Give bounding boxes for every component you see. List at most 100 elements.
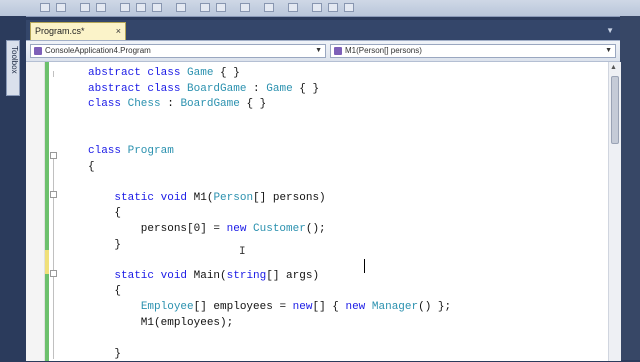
toolbar-button[interactable] — [288, 3, 298, 12]
code-token: [] { — [312, 301, 346, 313]
outline-guide — [53, 159, 54, 359]
code-line[interactable]: persons[0] = new Customer(); — [88, 221, 326, 237]
code-token: { — [88, 207, 122, 219]
document-tab-bar: Program.cs* × ▼ — [26, 20, 620, 40]
outline-guide — [53, 71, 54, 77]
code-line[interactable]: { — [88, 159, 95, 175]
keyword-token: abstract class — [88, 83, 188, 95]
toolbar-button[interactable] — [200, 3, 210, 12]
code-line[interactable]: } — [88, 237, 121, 253]
type-dropdown[interactable]: ConsoleApplication4.Program ▼ — [30, 44, 326, 58]
code-token: { } — [292, 83, 320, 95]
toolbar-button[interactable] — [56, 3, 66, 12]
unsaved-change-marker — [45, 250, 49, 274]
toolbox-rail: Toolbox — [0, 16, 26, 360]
type-token: Customer — [253, 223, 306, 235]
code-token: { — [88, 285, 122, 297]
code-line[interactable]: static void M1(Person[] persons) — [88, 190, 325, 206]
code-token: { — [88, 161, 95, 173]
keyword-token: abstract class — [88, 67, 188, 79]
code-token: : — [246, 83, 267, 95]
type-token: Game — [266, 83, 293, 95]
ibeam-cursor-icon: I — [239, 246, 246, 258]
type-token: Person — [213, 192, 254, 204]
keyword-token: new — [345, 301, 372, 313]
navigation-bar: ConsoleApplication4.Program ▼ M1(Person[… — [26, 41, 620, 62]
keyword-token: new — [292, 301, 313, 313]
toolbar-button[interactable] — [328, 3, 338, 12]
tab-title: Program.cs* — [35, 26, 85, 36]
toolbar-button[interactable] — [152, 3, 162, 12]
collapse-icon[interactable] — [50, 191, 57, 198]
member-dropdown[interactable]: M1(Person[] persons) ▼ — [330, 44, 616, 58]
keyword-token: string — [226, 270, 267, 282]
indicator-margin[interactable] — [26, 62, 45, 361]
method-icon — [334, 47, 342, 55]
code-line[interactable]: class Program — [88, 143, 174, 159]
type-token: Program — [127, 145, 174, 157]
code-line[interactable]: class Chess : BoardGame { } — [88, 96, 266, 112]
code-token: [] args) — [266, 270, 320, 282]
collapse-icon[interactable] — [50, 152, 57, 159]
change-tracking-bar — [45, 62, 49, 361]
toolbar-button[interactable] — [344, 3, 354, 12]
code-token: } — [88, 239, 122, 251]
code-line[interactable]: Employee[] employees = new[] { new Manag… — [88, 299, 451, 315]
keyword-token: class — [88, 98, 128, 110]
member-dropdown-value: M1(Person[] persons) — [345, 46, 422, 55]
keyword-token: static void — [88, 270, 194, 282]
toolbar-button[interactable] — [176, 3, 186, 12]
close-icon[interactable]: × — [116, 23, 121, 39]
vertical-scrollbar[interactable]: ▲ — [608, 62, 621, 361]
type-dropdown-value: ConsoleApplication4.Program — [45, 46, 151, 55]
toolbar-button[interactable] — [80, 3, 90, 12]
code-token: M1( — [193, 192, 214, 204]
code-line[interactable]: abstract class Game { } — [88, 65, 240, 81]
code-token: Main( — [193, 270, 227, 282]
code-token: : — [160, 98, 181, 110]
code-token: persons[0] = — [88, 223, 227, 235]
tab-program-cs[interactable]: Program.cs* × — [30, 22, 126, 40]
toolbar-button[interactable] — [40, 3, 50, 12]
class-icon — [34, 47, 42, 55]
type-token: Employee — [140, 301, 194, 313]
collapse-icon[interactable] — [50, 270, 57, 277]
scrollbar-thumb[interactable] — [611, 76, 619, 144]
code-line[interactable]: { — [88, 205, 121, 221]
code-token: { } — [213, 67, 240, 79]
keyword-token: class — [88, 145, 128, 157]
type-token: BoardGame — [187, 83, 247, 95]
toolbar-button[interactable] — [264, 3, 274, 12]
text-caret — [364, 259, 365, 273]
toolbar-button[interactable] — [136, 3, 146, 12]
code-line[interactable]: M1(employees); — [88, 315, 233, 331]
type-token: BoardGame — [180, 98, 240, 110]
toolbar-button[interactable] — [216, 3, 226, 12]
code-token: [] employees = — [193, 301, 293, 313]
chevron-down-icon[interactable]: ▼ — [606, 26, 614, 35]
toolbar-button[interactable] — [312, 3, 322, 12]
code-token: { } — [239, 98, 267, 110]
code-editor[interactable]: ConsoleApplication4.Program ▼ M1(Person[… — [26, 40, 621, 361]
type-token: Chess — [127, 98, 161, 110]
scroll-up-icon[interactable]: ▲ — [610, 64, 617, 71]
toolbar-button[interactable] — [96, 3, 106, 12]
right-panel-rail — [620, 16, 640, 360]
code-token: } — [88, 348, 122, 360]
chevron-down-icon: ▼ — [315, 47, 322, 54]
toolbar-button[interactable] — [240, 3, 250, 12]
type-token: Game — [187, 67, 214, 79]
toolbar-button[interactable] — [120, 3, 130, 12]
code-token: () }; — [418, 301, 452, 313]
type-token: Manager — [371, 301, 419, 313]
keyword-token: new — [226, 223, 254, 235]
code-line[interactable]: static void Main(string[] args) — [88, 268, 319, 284]
code-line[interactable]: { — [88, 283, 121, 299]
main-toolbar — [0, 0, 640, 17]
toolbox-label: Toolbox — [10, 46, 19, 74]
code-line[interactable]: abstract class BoardGame : Game { } — [88, 81, 319, 97]
chevron-down-icon: ▼ — [605, 47, 612, 54]
keyword-token: static void — [88, 192, 194, 204]
code-token: M1(employees); — [88, 317, 234, 329]
